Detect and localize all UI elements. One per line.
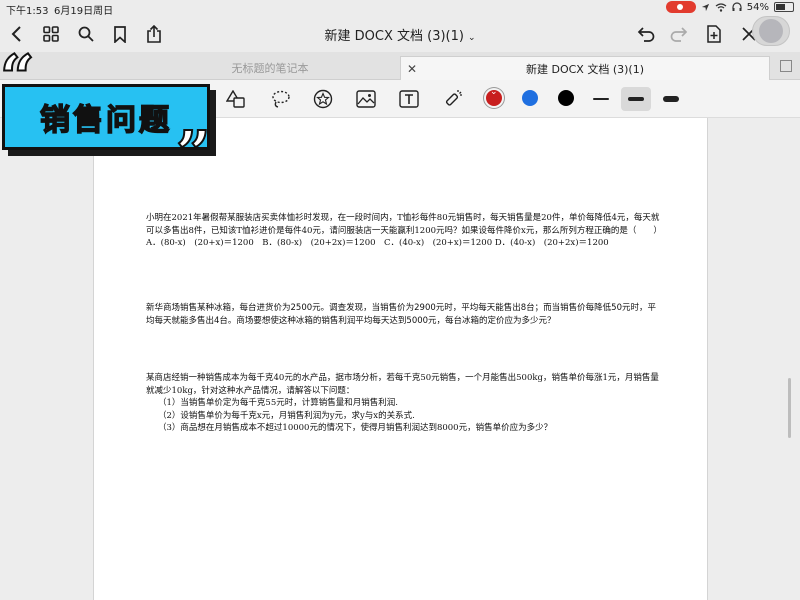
tab-label: 无标题的笔记本	[231, 62, 309, 75]
tab-label: 新建 DOCX 文档 (3)(1)	[526, 62, 644, 76]
redo-icon[interactable]	[668, 23, 690, 45]
pen-color-black[interactable]	[558, 90, 574, 106]
chevron-down-icon: ⌄	[467, 33, 476, 43]
problem-2: 新华商场销售某种冰箱，每台进货价为2500元。调查发现，当销售价为2900元时，…	[146, 302, 664, 327]
problem-3: 某商店经销一种销售成本为每千克40元的水产品，据市场分析，若每千克50元销售，一…	[146, 372, 664, 435]
problem-2-text: 新华商场销售某种冰箱，每台进货价为2500元。调查发现，当销售价为2900元时，…	[146, 303, 656, 326]
open-quote: “	[0, 43, 36, 113]
problem-1-options: A．(80-x) (20+x)＝1200 B．(80-x) (20+2x)＝12…	[146, 238, 609, 248]
stroke-sample	[593, 98, 609, 100]
close-quote: ”	[175, 119, 211, 189]
headphones-icon	[732, 2, 742, 11]
status-date: 6月19日周日	[54, 6, 114, 17]
problem-1: 小明在2021年暑假帮某服装店买卖体恤衫时发现，在一段时间内，T恤衫每件80元销…	[146, 212, 664, 250]
document-area[interactable]: 小明在2021年暑假帮某服装店买卖体恤衫时发现，在一段时间内，T恤衫每件80元销…	[0, 118, 800, 600]
problem-3-item-1: （1）当销售单价定为每千克55元时，计算销售量和月销售利润.	[158, 398, 398, 408]
stroke-width-thick[interactable]	[656, 87, 686, 111]
undo-icon[interactable]	[635, 23, 657, 45]
image-icon[interactable]	[355, 88, 377, 110]
add-page-icon[interactable]	[703, 23, 725, 45]
stroke-sample	[628, 97, 644, 101]
status-bar: 下午1:53 6月19日周日 54%	[0, 0, 800, 17]
stroke-width-thin[interactable]	[586, 87, 616, 111]
status-right: 54%	[665, 1, 794, 13]
problem-3-item-3: （3）商品想在月销售成本不超过10000元的情况下，使得月销售利润达到8000元…	[158, 423, 553, 433]
grid-icon[interactable]	[40, 23, 62, 45]
problem-3-text: 某商店经销一种销售成本为每千克40元的水产品，据市场分析，若每千克50元销售，一…	[146, 373, 659, 396]
problem-3-item-2: （2）设销售单价为每千克x元，月销售利润为y元，求y与x的关系式.	[158, 410, 415, 421]
location-icon	[701, 3, 709, 11]
stroke-sample	[663, 96, 679, 102]
screen-record-icon[interactable]	[665, 1, 696, 13]
battery-percent: 54%	[746, 1, 769, 13]
lasso-icon[interactable]	[270, 88, 292, 110]
share-icon[interactable]	[143, 23, 165, 45]
more-options-button[interactable]	[752, 16, 790, 46]
top-toolbar: 新建 DOCX 文档 (3)(1) ⌄	[0, 16, 800, 52]
document-title[interactable]: 新建 DOCX 文档 (3)(1) ⌄	[300, 25, 500, 44]
back-icon[interactable]	[6, 23, 28, 45]
wifi-icon	[715, 2, 727, 12]
stroke-width-medium[interactable]	[621, 87, 651, 111]
document-title-text: 新建 DOCX 文档 (3)(1)	[324, 29, 464, 44]
status-time: 下午1:53	[6, 6, 49, 17]
document-page[interactable]: 小明在2021年暑假帮某服装店买卖体恤衫时发现，在一段时间内，T恤衫每件80元销…	[93, 118, 708, 600]
scrollbar[interactable]	[788, 378, 791, 438]
laser-pointer-icon[interactable]	[442, 88, 464, 110]
problem-1-text: 小明在2021年暑假帮某服装店买卖体恤衫时发现，在一段时间内，T恤衫每件80元销…	[146, 213, 662, 236]
battery-fill	[776, 4, 785, 10]
tab-close-icon[interactable]: ✕	[407, 62, 417, 76]
search-icon[interactable]	[75, 23, 97, 45]
bookmark-icon[interactable]	[109, 23, 131, 45]
overlay-title: 销售问题	[39, 102, 172, 139]
title-overlay: 销售问题 “ ”	[0, 43, 230, 185]
tab-document[interactable]: ✕ 新建 DOCX 文档 (3)(1)	[400, 56, 770, 80]
textbox-icon[interactable]	[398, 88, 420, 110]
sticker-icon[interactable]	[312, 88, 334, 110]
split-view-icon[interactable]	[780, 60, 792, 72]
pen-color-blue[interactable]	[522, 90, 538, 106]
battery-icon	[774, 2, 794, 12]
pen-color-red[interactable]	[486, 87, 502, 106]
